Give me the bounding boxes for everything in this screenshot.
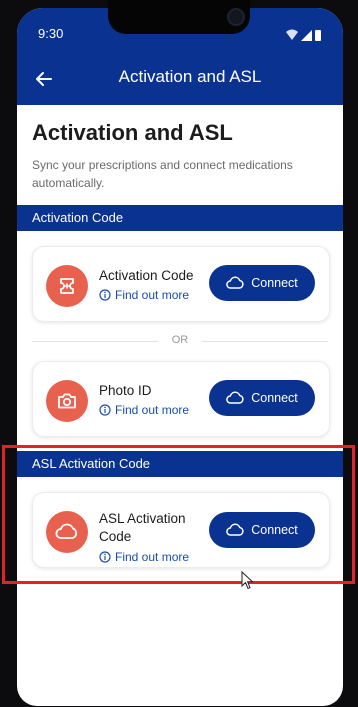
activation-code-card: Activation Code Find out more Connect bbox=[32, 246, 330, 322]
divider-line bbox=[202, 341, 328, 342]
app-screen: 9:30 Activation and ASL Activation and A… bbox=[17, 8, 343, 706]
link-label: Find out more bbox=[115, 288, 190, 302]
connect-button[interactable]: Connect bbox=[209, 380, 315, 416]
connect-label: Connect bbox=[251, 276, 298, 290]
or-divider: OR bbox=[32, 334, 328, 348]
phone-notch bbox=[108, 0, 250, 34]
connect-button[interactable]: Connect bbox=[209, 265, 315, 301]
cloud-icon bbox=[226, 391, 244, 404]
link-label: Find out more bbox=[115, 403, 190, 417]
info-icon bbox=[99, 404, 111, 416]
camera-icon bbox=[46, 380, 88, 422]
connect-label: Connect bbox=[251, 391, 298, 405]
cloud-icon bbox=[226, 276, 244, 289]
info-icon bbox=[99, 289, 111, 301]
section-title: Activation Code bbox=[32, 210, 124, 225]
section-header-activation: Activation Code bbox=[17, 205, 343, 231]
page-title: Activation and ASL bbox=[32, 120, 233, 145]
page-subtitle: Sync your prescriptions and connect medi… bbox=[32, 158, 293, 190]
status-time: 9:30 bbox=[38, 26, 64, 41]
phone-frame: 9:30 Activation and ASL Activation and A… bbox=[0, 0, 358, 707]
find-out-more-link[interactable]: Find out more bbox=[99, 403, 189, 417]
card-title: Photo ID bbox=[99, 383, 152, 398]
find-out-more-link[interactable]: Find out more bbox=[99, 288, 189, 302]
ticket-icon bbox=[46, 265, 88, 307]
highlight-box bbox=[2, 445, 355, 584]
photo-id-card: Photo ID Find out more Connect bbox=[32, 361, 330, 437]
or-label: OR bbox=[171, 334, 189, 346]
front-camera bbox=[227, 8, 245, 26]
back-arrow-icon[interactable] bbox=[33, 68, 55, 90]
app-bar-title: Activation and ASL bbox=[118, 67, 262, 86]
mouse-pointer-icon bbox=[241, 571, 254, 590]
divider-line bbox=[32, 341, 158, 342]
card-title: Activation Code bbox=[99, 268, 194, 283]
status-icons bbox=[286, 29, 321, 41]
